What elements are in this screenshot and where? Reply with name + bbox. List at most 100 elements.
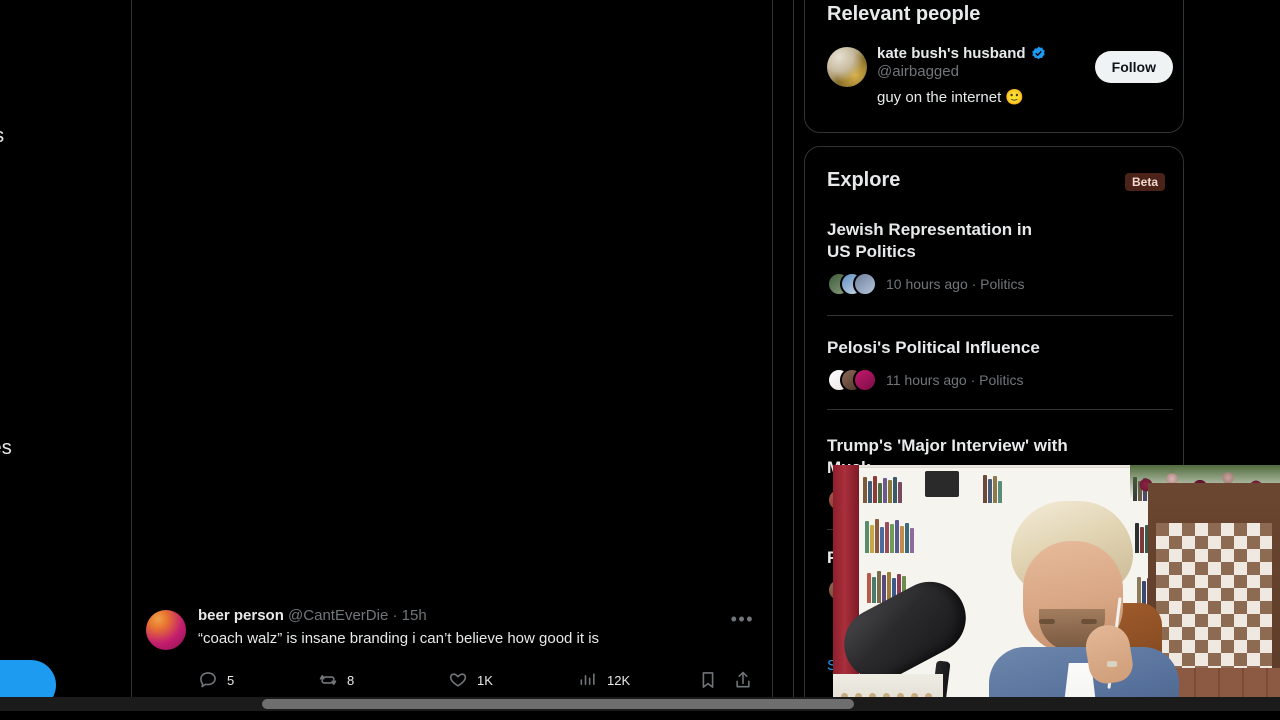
- bookmark-icon: [575, 406, 595, 426]
- bookmark-icon: [698, 670, 718, 690]
- reply-reply-action[interactable]: 5: [198, 670, 234, 690]
- divider-above-replies: [132, 596, 773, 597]
- comment-icon: [146, 406, 166, 426]
- relevant-people-card: Relevant people kate bush's husband @air…: [804, 0, 1184, 133]
- trend-title: Jewish Representation in US Politics: [827, 220, 1032, 261]
- pbs-logo-icon: [165, 273, 186, 295]
- repost-count: 105: [318, 408, 342, 424]
- trend-item[interactable]: Pelosi's Political Influence 11 hours ag…: [827, 337, 1173, 392]
- reply-submit-button[interactable]: Reply: [672, 529, 754, 565]
- reply-text: “coach walz” is insane branding i can’t …: [198, 630, 600, 647]
- like-count: 1.8K: [461, 408, 490, 424]
- reply-views-count: 12K: [607, 672, 631, 688]
- related-posts-button[interactable]: Related posts: [146, 452, 754, 498]
- sparkle-icon: [163, 464, 185, 486]
- reply-repost-count: 8: [347, 672, 355, 688]
- sidebar-item-label: Notifications: [0, 125, 4, 148]
- repost-action[interactable]: 105: [289, 406, 341, 426]
- reply-views-action[interactable]: 12K: [578, 670, 630, 690]
- pbs-news-watermark: PBS NEWS: [165, 273, 245, 322]
- beta-badge: Beta: [1124, 173, 1165, 191]
- analytics-icon: [578, 670, 598, 690]
- tweet-timestamp: 6:22 PM · Aug 6, 2024 ·: [146, 351, 309, 368]
- heart-icon: [448, 670, 468, 690]
- repost-icon: [289, 406, 309, 426]
- share-icon: [724, 406, 744, 426]
- webcam-overlay: [833, 465, 1280, 720]
- reply-like-count: 1K: [477, 672, 493, 688]
- sidebar-item-messages[interactable]: Messages: [0, 172, 132, 224]
- news-label: NEWS: [165, 294, 245, 324]
- horizontal-scrollbar-thumb[interactable]: [262, 699, 854, 709]
- wedding-ring: [1107, 661, 1117, 667]
- comment-icon: [198, 670, 218, 690]
- reply-item[interactable]: beer person @CantEverDie · 15h “coach wa…: [146, 606, 754, 688]
- relevant-people-title: Relevant people: [827, 3, 981, 25]
- reply-share-action[interactable]: [733, 670, 753, 690]
- repost-icon: [318, 670, 338, 690]
- trend-item[interactable]: Jewish Representation in US Politics 10 …: [827, 219, 1173, 296]
- figure-hair-left: [293, 27, 363, 63]
- fireplace-tile: [1156, 523, 1272, 673]
- trend-divider: [827, 315, 1173, 316]
- trend-divider: [827, 409, 1173, 410]
- reply-composer: Post your reply Reply: [146, 512, 754, 582]
- reply-author-avatar[interactable]: [146, 610, 186, 650]
- tweet-views-count: 55.7K: [308, 351, 349, 368]
- bookmark-action[interactable]: 196: [575, 406, 627, 426]
- divider-above-engagement: [146, 386, 754, 387]
- webcam-person: [983, 501, 1179, 720]
- reply-bookmark-action[interactable]: [698, 670, 718, 690]
- tweet-meta: 6:22 PM · Aug 6, 2024 · 55.7K Views: [146, 351, 393, 368]
- trend-meta: 10 hours ago · Politics: [886, 276, 1025, 292]
- reply-like-action[interactable]: 1K: [448, 670, 493, 690]
- reply-author-name[interactable]: beer person: [198, 607, 284, 624]
- face-avatar: [853, 272, 877, 296]
- face-avatar: [853, 368, 877, 392]
- sidebar-item-label: Communities: [0, 436, 12, 459]
- pbs-label: PBS: [193, 271, 240, 296]
- reply-timestamp: · 15h: [388, 607, 427, 624]
- bottom-strip: [0, 711, 1280, 720]
- follow-button[interactable]: Follow: [1094, 51, 1173, 83]
- relevant-person-row[interactable]: kate bush's husband @airbagged guy on th…: [827, 45, 1173, 106]
- current-user-avatar: [146, 527, 186, 567]
- heart-icon: [432, 406, 452, 426]
- reply-more-options-icon[interactable]: •••: [731, 610, 754, 628]
- tweet-engagement-bar: 24 105 1.8K 196: [146, 400, 754, 434]
- explore-title: Explore: [827, 169, 901, 191]
- vice-presidential-seal: [414, 240, 486, 312]
- verified-badge-icon: [1030, 45, 1047, 62]
- reply-input[interactable]: Post your reply: [200, 536, 672, 558]
- reply-action[interactable]: 24: [146, 406, 191, 426]
- tweet-views-label: Views: [348, 351, 393, 368]
- podium: [305, 218, 595, 332]
- shelf-tablet: [925, 471, 959, 497]
- sidebar-item-bookmarks[interactable]: Bookmarks: [0, 361, 132, 413]
- person-avatar[interactable]: [827, 47, 867, 87]
- reply-engagement-bar: 5 8 1K 12K: [198, 670, 754, 694]
- tweet-media-video[interactable]: PBS NEWS: [146, 16, 754, 333]
- bookmark-count: 196: [604, 408, 628, 424]
- reply-author-handle: @CantEverDie: [288, 607, 389, 624]
- trend-face-stack: [827, 272, 877, 296]
- person-bio: guy on the internet 🙂: [877, 89, 1025, 106]
- trend-meta: 11 hours ago · Politics: [886, 372, 1024, 388]
- twitter-post-page: Notifications Messages Bookmarks Communi…: [0, 0, 1280, 720]
- microphone-icon: [449, 160, 451, 220]
- share-action[interactable]: [724, 406, 744, 426]
- related-posts-label: Related posts: [199, 466, 298, 484]
- like-action[interactable]: 1.8K: [432, 406, 490, 426]
- figure-tie-left: [323, 107, 335, 169]
- reply-reply-count: 5: [227, 672, 235, 688]
- sidebar-item-notifications[interactable]: Notifications: [0, 110, 132, 162]
- person-display-name[interactable]: kate bush's husband: [877, 45, 1026, 62]
- sidebar-item-communities[interactable]: Communities: [0, 422, 132, 474]
- divider-below-engagement: [146, 442, 754, 443]
- main-column-divider: [772, 0, 773, 720]
- trend-title: Pelosi's Political Influence: [827, 338, 1040, 357]
- figure-head-right: [439, 59, 495, 125]
- reply-repost-action[interactable]: 8: [318, 670, 354, 690]
- share-icon: [733, 670, 753, 690]
- left-navigation: Notifications Messages Bookmarks Communi…: [0, 0, 132, 720]
